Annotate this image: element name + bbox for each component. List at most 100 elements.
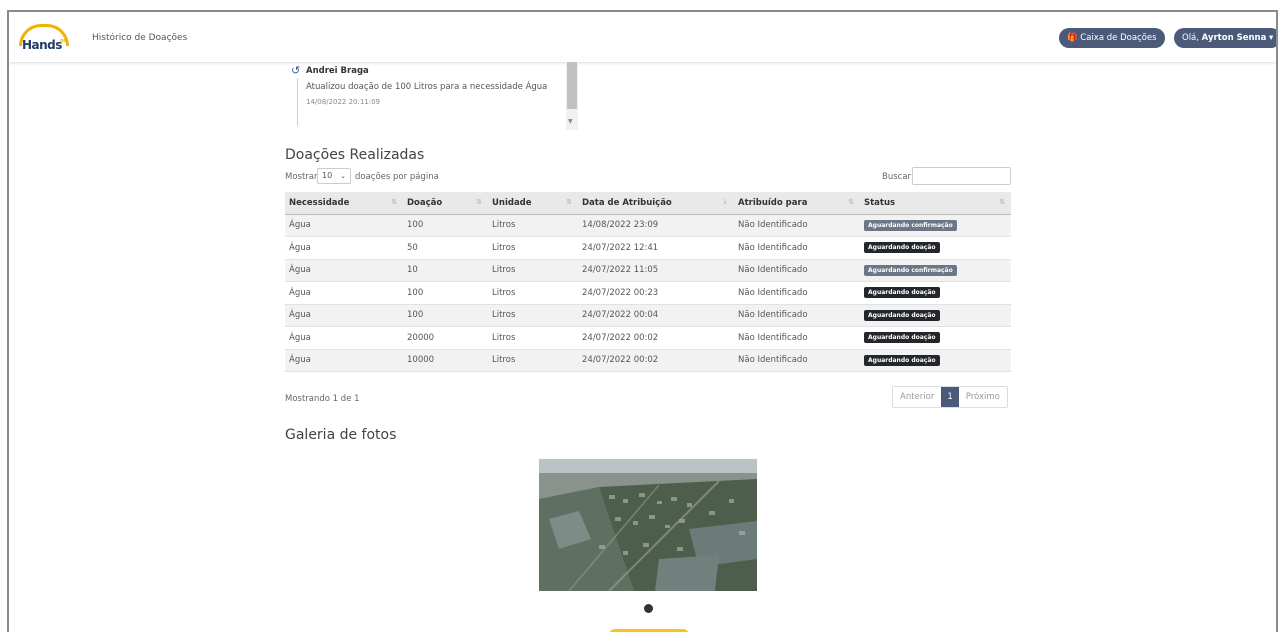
table-row: Água 10000 Litros 24/07/2022 00:02 Não Ident… — [285, 349, 1011, 372]
table-cell: Água — [285, 236, 403, 260]
table-cell: Litros — [488, 304, 578, 327]
timeline-user-name: Andrei Braga — [306, 66, 369, 76]
scrollbar-thumb[interactable] — [567, 62, 577, 109]
sort-icon: ⇅ — [999, 198, 1005, 206]
status-badge: Aguardando doação — [864, 287, 940, 299]
scroll-down-arrow-icon[interactable]: ▼ — [568, 118, 573, 125]
column-header[interactable]: Unidade ⇅ — [488, 192, 578, 215]
donations-table: Necessidade ⇅ Doação ⇅ Unidade ⇅ Data de At… — [285, 192, 1011, 372]
carousel-indicator[interactable] — [644, 604, 653, 613]
table-cell: Água — [285, 304, 403, 327]
table-cell: Litros — [488, 236, 578, 260]
donations-title: Doações Realizadas — [285, 147, 425, 163]
status-badge: Aguardando doação — [864, 242, 940, 254]
table-cell: Aguardando doação — [860, 236, 1011, 260]
hands-logo[interactable]: Hands on — [16, 24, 72, 52]
table-cell: Aguardando confirmação — [860, 214, 1011, 237]
sort-icon: ⇅ — [391, 198, 397, 206]
history-icon: ↺ — [291, 64, 301, 77]
column-header[interactable]: Data de Atribuição ↓ — [578, 192, 734, 215]
table-row: Água 100 Litros 14/08/2022 23:09 Não Identif… — [285, 214, 1011, 237]
status-badge: Aguardando confirmação — [864, 219, 957, 231]
table-cell: Aguardando doação — [860, 304, 1011, 327]
sort-icon: ⇅ — [566, 198, 572, 206]
timeline-date: 14/08/2022 20:11:09 — [306, 98, 381, 106]
table-cell: Não Identificado — [734, 214, 860, 237]
user-menu-button[interactable]: Olá, Ayrton Senna ▾ — [1174, 28, 1276, 48]
table-cell: Não Identificado — [734, 326, 860, 350]
flooded-city-aerial-image — [539, 459, 757, 591]
timeline-description: Atualizou doação de 100 Litros para a ne… — [306, 82, 548, 92]
sort-icon: ↓ — [722, 198, 728, 206]
table-cell: Aguardando confirmação — [860, 259, 1011, 282]
table-cell: Não Identificado — [734, 349, 860, 372]
column-header-label: Status — [864, 197, 896, 208]
table-cell: Aguardando doação — [860, 281, 1011, 305]
table-cell: Litros — [488, 214, 578, 237]
table-cell: 24/07/2022 11:05 — [578, 259, 734, 282]
table-row: Água 20000 Litros 24/07/2022 00:02 Não Ident… — [285, 326, 1011, 350]
table-row: Água 100 Litros 24/07/2022 00:23 Não Identif… — [285, 281, 1011, 305]
previous-page-button[interactable]: Anterior — [893, 387, 941, 407]
caixa-de-doacoes-button[interactable]: 🎁 Caixa de Doações — [1059, 28, 1165, 48]
column-header-label: Doação — [407, 197, 443, 208]
table-cell: Litros — [488, 326, 578, 350]
column-header[interactable]: Atribuído para ⇅ — [734, 192, 860, 215]
column-header-label: Unidade — [492, 197, 532, 208]
caixa-button-label: Caixa de Doações — [1080, 33, 1157, 43]
search-input[interactable] — [912, 167, 1011, 185]
column-header[interactable]: Doação ⇅ — [403, 192, 488, 215]
user-greeting: Olá, — [1182, 33, 1199, 43]
logo-sup: on — [60, 38, 67, 44]
chevron-down-icon: ⌄ — [340, 172, 346, 180]
table-cell: Aguardando doação — [860, 349, 1011, 372]
timeline-line — [297, 78, 298, 126]
column-header-label: Necessidade — [289, 197, 350, 208]
table-cell: Litros — [488, 349, 578, 372]
table-info: Mostrando 1 de 1 — [285, 394, 360, 404]
app-window: Hands on Histórico de Doações 🎁 Caixa de… — [7, 10, 1278, 632]
table-cell: 24/07/2022 00:02 — [578, 326, 734, 350]
status-badge: Aguardando doação — [864, 309, 940, 321]
sort-icon: ⇅ — [476, 198, 482, 206]
activity-timeline: ↺ Andrei Braga Atualizou doação de 100 L… — [291, 60, 581, 130]
table-cell: Água — [285, 214, 403, 237]
gift-icon: 🎁 — [1067, 33, 1078, 43]
table-cell: Água — [285, 259, 403, 282]
table-header-row: Necessidade ⇅ Doação ⇅ Unidade ⇅ Data de At… — [285, 192, 1011, 215]
page-1-button[interactable]: 1 — [941, 387, 959, 407]
table-cell: Não Identificado — [734, 236, 860, 260]
table-cell: Água — [285, 326, 403, 350]
table-cell: Litros — [488, 259, 578, 282]
table-row: Água 50 Litros 24/07/2022 12:41 Não Identifi… — [285, 236, 1011, 260]
navbar: Hands on Histórico de Doações 🎁 Caixa de… — [9, 12, 1276, 62]
table-cell: Não Identificado — [734, 259, 860, 282]
table-cell: 100 — [403, 214, 488, 237]
page-size-value: 10 — [322, 171, 333, 180]
per-page-label: doações por página — [355, 172, 439, 182]
table-cell: 100 — [403, 304, 488, 327]
logo-text: Hands — [22, 38, 62, 52]
status-badge: Aguardando confirmação — [864, 264, 957, 276]
next-page-button[interactable]: Próximo — [959, 387, 1007, 407]
table-cell: 24/07/2022 00:02 — [578, 349, 734, 372]
table-cell: Não Identificado — [734, 304, 860, 327]
table-cell: 10000 — [403, 349, 488, 372]
column-header-label: Atribuído para — [738, 197, 808, 208]
page-size-select[interactable]: 10 ⌄ — [317, 168, 351, 184]
gallery-photo[interactable] — [539, 459, 757, 591]
table-cell: 24/07/2022 00:04 — [578, 304, 734, 327]
table-cell: Água — [285, 281, 403, 305]
column-header[interactable]: Necessidade ⇅ — [285, 192, 403, 215]
pagination: Anterior 1 Próximo — [892, 386, 1008, 408]
table-cell: 100 — [403, 281, 488, 305]
table-cell: 24/07/2022 00:23 — [578, 281, 734, 305]
column-header[interactable]: Status ⇅ — [860, 192, 1011, 215]
table-cell: Não Identificado — [734, 281, 860, 305]
timeline-scrollbar[interactable]: ▼ — [566, 62, 578, 130]
caret-down-icon: ▾ — [1269, 33, 1274, 43]
table-cell: 20000 — [403, 326, 488, 350]
table-cell: 24/07/2022 12:41 — [578, 236, 734, 260]
show-label: Mostrar — [285, 172, 318, 182]
table-cell: Litros — [488, 281, 578, 305]
